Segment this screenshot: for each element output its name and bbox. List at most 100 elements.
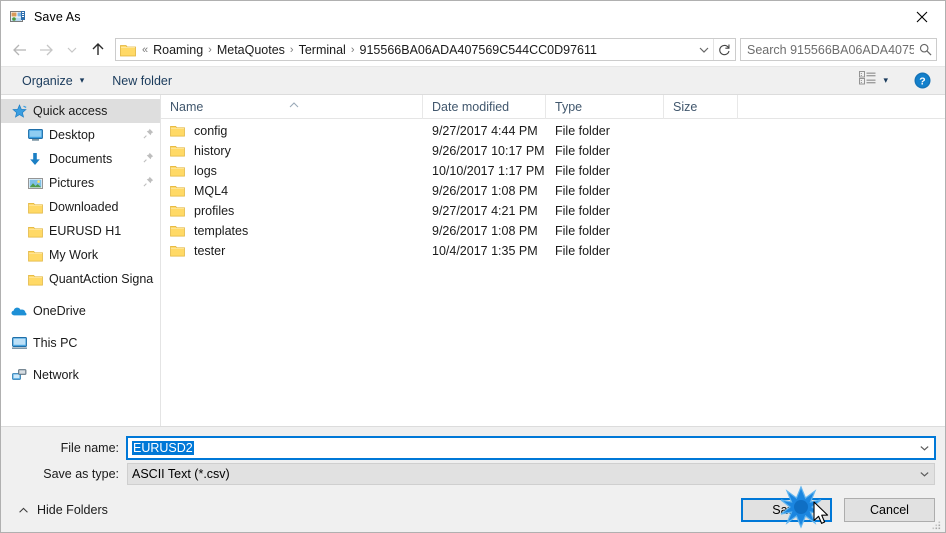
- table-row[interactable]: tester 10/4/2017 1:35 PM File folder: [161, 241, 945, 261]
- type-cell: File folder: [555, 164, 610, 178]
- breadcrumb-item-metaquotes[interactable]: MetaQuotes: [214, 43, 288, 57]
- save-as-type-select[interactable]: ASCII Text (*.csv): [127, 463, 935, 485]
- breadcrumb[interactable]: « Roaming › MetaQuotes › Terminal › 9155…: [140, 43, 695, 57]
- file-name-cell[interactable]: logs: [161, 164, 423, 178]
- sidebar-item-my-work[interactable]: My Work: [1, 243, 160, 267]
- table-row[interactable]: history 9/26/2017 10:17 PM File folder: [161, 141, 945, 161]
- title-bar: Save As: [1, 1, 945, 33]
- sidebar-item-documents[interactable]: Documents: [1, 147, 160, 171]
- sidebar-item-quantaction-signal[interactable]: QuantAction Signal: [1, 267, 160, 291]
- column-header-type[interactable]: Type: [546, 94, 664, 119]
- sidebar-item-network[interactable]: Network: [1, 363, 160, 387]
- address-bar[interactable]: « Roaming › MetaQuotes › Terminal › 9155…: [115, 38, 736, 61]
- type-cell: File folder: [555, 204, 610, 218]
- save-as-type-dropdown-button[interactable]: [915, 470, 934, 478]
- column-header-date-modified[interactable]: Date modified: [423, 94, 546, 119]
- hide-folders-button[interactable]: Hide Folders: [11, 503, 108, 517]
- save-button[interactable]: Save: [741, 498, 832, 522]
- file-name-cell[interactable]: tester: [161, 244, 423, 258]
- date-modified-cell: 9/26/2017 10:17 PM: [432, 144, 545, 158]
- sidebar-item-label: Quick access: [33, 104, 108, 118]
- refresh-button[interactable]: [713, 39, 735, 60]
- sidebar-item-label: My Work: [49, 248, 99, 262]
- folder-icon: [170, 124, 186, 138]
- recent-locations-button[interactable]: [59, 37, 85, 63]
- pin-icon[interactable]: [143, 152, 154, 166]
- pin-icon[interactable]: [143, 176, 154, 190]
- file-name-value[interactable]: EURUSD2: [132, 441, 194, 455]
- star-icon: [11, 103, 27, 119]
- forward-arrow-icon: [40, 44, 53, 55]
- window-title: Save As: [34, 10, 81, 24]
- command-bar: Organize ▾ New folder ▾ ?: [1, 66, 945, 95]
- sidebar-item-label: Downloaded: [49, 200, 119, 214]
- file-name-cell[interactable]: profiles: [161, 204, 423, 218]
- sidebar-item-eurusd-h1[interactable]: EURUSD H1: [1, 219, 160, 243]
- sidebar-item-desktop[interactable]: Desktop: [1, 123, 160, 147]
- cancel-button[interactable]: Cancel: [844, 498, 935, 522]
- new-folder-button[interactable]: New folder: [105, 71, 179, 91]
- view-options-button[interactable]: ▾: [853, 69, 894, 92]
- table-row[interactable]: logs 10/10/2017 1:17 PM File folder: [161, 161, 945, 181]
- file-name-dropdown-button[interactable]: [915, 444, 934, 452]
- table-row[interactable]: templates 9/26/2017 1:08 PM File folder: [161, 221, 945, 241]
- date-modified-cell: 9/26/2017 1:08 PM: [432, 184, 538, 198]
- search-input[interactable]: Search 915566BA06ADA40756...: [747, 43, 914, 57]
- main-content: Quick access Desktop Documents Pictures …: [1, 94, 945, 426]
- close-icon: [916, 11, 928, 23]
- close-button[interactable]: [899, 1, 945, 33]
- file-name-cell[interactable]: MQL4: [161, 184, 423, 198]
- file-name-label: File name:: [60, 441, 119, 455]
- help-button[interactable]: ?: [914, 72, 931, 89]
- file-name-cell[interactable]: templates: [161, 224, 423, 238]
- search-box[interactable]: Search 915566BA06ADA40756...: [740, 38, 937, 61]
- folder-icon: [170, 144, 186, 158]
- column-header-size[interactable]: Size: [664, 94, 738, 119]
- file-name-cell[interactable]: history: [161, 144, 423, 158]
- search-icon: [914, 43, 936, 56]
- sidebar-item-pictures[interactable]: Pictures: [1, 171, 160, 195]
- sidebar-item-onedrive[interactable]: OneDrive: [1, 299, 160, 323]
- chevron-down-icon: [67, 47, 77, 53]
- file-list: Name Date modified Type Size config 9/27/…: [161, 94, 945, 426]
- pictures-icon: [27, 175, 43, 191]
- onedrive-cloud-icon: [11, 303, 27, 319]
- date-modified-cell: 9/27/2017 4:21 PM: [432, 204, 538, 218]
- back-button[interactable]: [7, 37, 33, 63]
- folder-icon: [170, 244, 186, 258]
- sidebar-item-downloaded[interactable]: Downloaded: [1, 195, 160, 219]
- pin-icon[interactable]: [143, 128, 154, 142]
- forward-button[interactable]: [33, 37, 59, 63]
- file-name-input[interactable]: EURUSD2: [126, 436, 936, 460]
- type-cell: File folder: [555, 224, 610, 238]
- file-name-cell[interactable]: config: [161, 124, 423, 138]
- navigation-sidebar: Quick access Desktop Documents Pictures …: [1, 95, 161, 426]
- app-icon: [10, 9, 26, 25]
- save-as-type-value: ASCII Text (*.csv): [132, 467, 230, 481]
- save-as-type-label: Save as type:: [43, 467, 119, 481]
- table-row[interactable]: MQL4 9/26/2017 1:08 PM File folder: [161, 181, 945, 201]
- table-row[interactable]: config 9/27/2017 4:44 PM File folder: [161, 121, 945, 141]
- breadcrumb-item-roaming[interactable]: Roaming: [150, 43, 206, 57]
- type-cell: File folder: [555, 244, 610, 258]
- address-dropdown-button[interactable]: [695, 45, 713, 55]
- sidebar-item-label: QuantAction Signal: [49, 272, 154, 286]
- resize-grip[interactable]: [930, 518, 942, 530]
- file-name-value-wrap[interactable]: EURUSD2: [128, 441, 915, 455]
- hide-folders-label: Hide Folders: [37, 503, 108, 517]
- sidebar-item-quick-access[interactable]: Quick access: [1, 99, 160, 123]
- chevron-down-icon: [920, 472, 929, 477]
- sidebar-item-this-pc[interactable]: This PC: [1, 331, 160, 355]
- file-name-text: tester: [194, 244, 226, 258]
- breadcrumb-prefix: «: [142, 43, 149, 56]
- chevron-down-icon: ▾: [79, 75, 85, 85]
- breadcrumb-item-instance-id[interactable]: 915566BA06ADA407569C544CC0D97611: [357, 43, 600, 57]
- breadcrumb-item-terminal[interactable]: Terminal: [296, 43, 349, 57]
- up-button[interactable]: [85, 37, 111, 63]
- folder-icon: [27, 223, 43, 239]
- table-row[interactable]: profiles 9/27/2017 4:21 PM File folder: [161, 201, 945, 221]
- file-name-text: templates: [194, 224, 249, 238]
- organize-button[interactable]: Organize ▾: [15, 71, 91, 91]
